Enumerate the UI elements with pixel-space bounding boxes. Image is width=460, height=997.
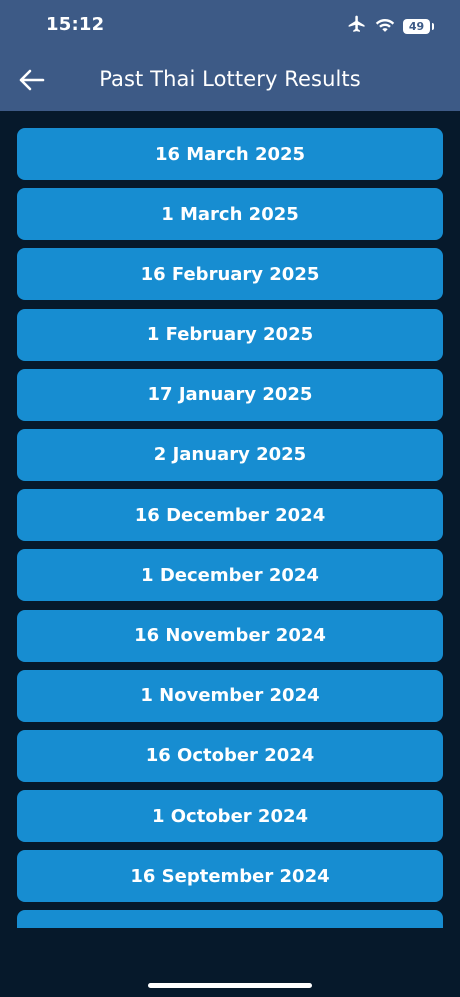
- date-button[interactable]: 1 November 2024: [17, 669, 443, 722]
- date-button[interactable]: 1 February 2025: [17, 308, 443, 361]
- date-button[interactable]: 16 December 2024: [17, 489, 443, 542]
- date-button[interactable]: 1 December 2024: [17, 549, 443, 602]
- date-button[interactable]: 2 January 2025: [17, 428, 443, 481]
- status-icons: 49: [347, 14, 434, 38]
- date-button[interactable]: [17, 910, 443, 928]
- wifi-icon: [375, 16, 395, 36]
- status-time: 15:12: [46, 14, 105, 35]
- date-button[interactable]: 17 January 2025: [17, 368, 443, 421]
- date-button[interactable]: 1 March 2025: [17, 188, 443, 241]
- status-bar: 15:12 49: [0, 0, 460, 52]
- date-button[interactable]: 16 September 2024: [17, 850, 443, 903]
- app-header: 15:12 49 Past Thai Lottery Results: [0, 0, 460, 111]
- date-button[interactable]: 16 March 2025: [17, 128, 443, 180]
- date-button[interactable]: 16 February 2025: [17, 248, 443, 301]
- date-button[interactable]: 16 October 2024: [17, 729, 443, 782]
- airplane-icon: [347, 14, 367, 38]
- date-button[interactable]: 16 November 2024: [17, 609, 443, 662]
- page-title: Past Thai Lottery Results: [99, 67, 361, 91]
- home-indicator: [148, 983, 312, 988]
- battery-icon: 49: [403, 18, 434, 34]
- date-button[interactable]: 1 October 2024: [17, 790, 443, 843]
- results-date-list[interactable]: 16 March 2025 1 March 2025 16 February 2…: [17, 128, 443, 928]
